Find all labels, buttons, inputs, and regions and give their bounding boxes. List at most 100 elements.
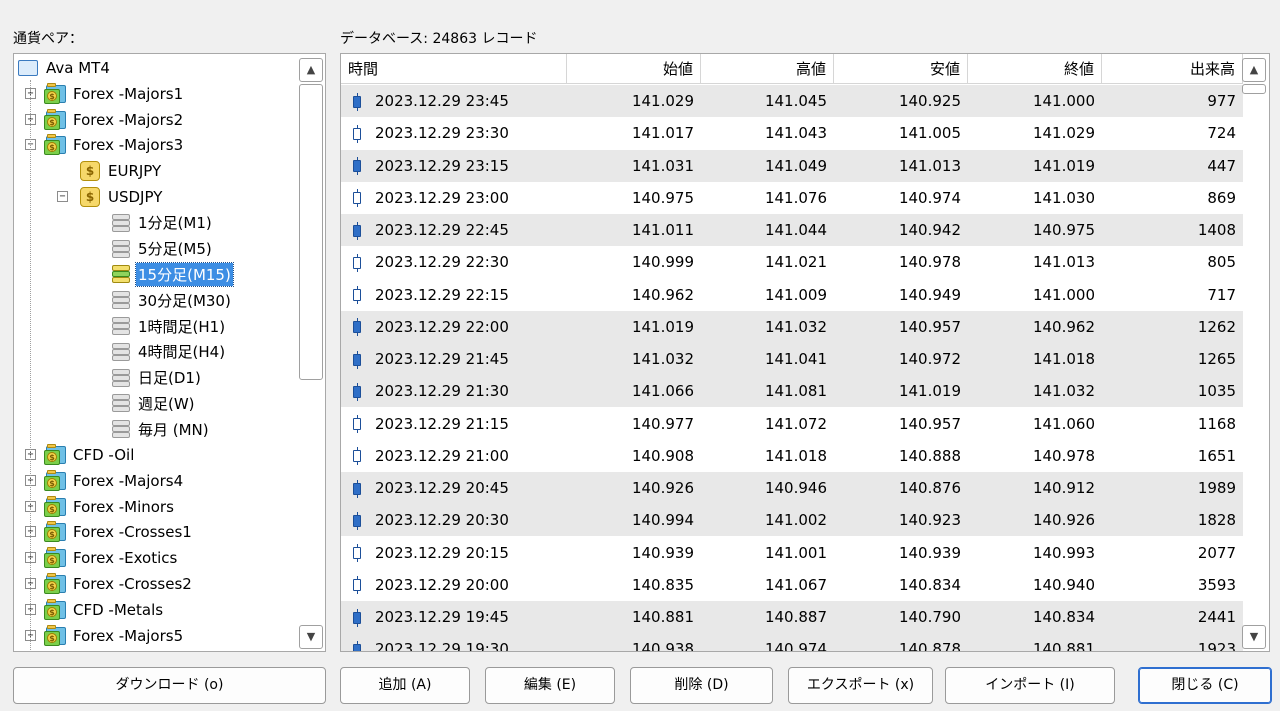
table-row[interactable]: 2023.12.29 22:45 141.011 141.044 140.942 140… (341, 214, 1243, 246)
grid-scroll-up-button[interactable]: ▲ (1242, 58, 1266, 82)
tree-timeframe-item[interactable]: 15分足(M15) (110, 261, 234, 287)
table-row[interactable]: 2023.12.29 23:00 140.975 141.076 140.974 141… (341, 182, 1243, 214)
tree-group-item[interactable]: $ Forex -Crosses2 (44, 572, 194, 596)
column-header-volume[interactable]: 出来高 (1102, 54, 1243, 84)
cell-low: 140.972 (898, 350, 961, 368)
cell-low: 140.957 (898, 317, 961, 336)
tree-timeframe-item[interactable]: 毎月 (MN) (110, 417, 211, 441)
column-header-time[interactable]: 時間 (341, 54, 567, 84)
timeframe-icon (110, 368, 132, 388)
add-button[interactable]: 追加 (A) (340, 667, 470, 704)
tree-group-item[interactable]: $ Forex -Minors (44, 495, 176, 519)
cell-time: 2023.12.29 23:45 (341, 85, 567, 117)
table-row[interactable]: 2023.12.29 23:30 141.017 141.043 141.005 141… (341, 117, 1243, 149)
tree-item-label: 15分足(M15) (135, 261, 234, 287)
cell-volume: 1168 (1197, 414, 1236, 433)
history-data-grid[interactable]: 時間 始値 高値 安値 終値 出来高 2023.12.29 23:45 141.0… (340, 53, 1270, 652)
chevron-up-icon: ▲ (306, 63, 316, 76)
table-row[interactable]: 2023.12.29 20:00 140.835 141.067 140.834 140… (341, 569, 1243, 601)
tree-timeframe-item[interactable]: 日足(D1) (110, 366, 203, 390)
download-button[interactable]: ダウンロード (o) (13, 667, 326, 704)
cell-low: 140.878 (898, 640, 961, 652)
tree-timeframe-item[interactable]: 30分足(M30) (110, 288, 233, 312)
tree-group-item[interactable]: $ CFD -Oil (44, 443, 136, 467)
tree-item-label: USDJPY (108, 188, 163, 206)
table-row[interactable]: 2023.12.29 19:45 140.881 140.887 140.790 140… (341, 601, 1243, 633)
folder-icon: $ (44, 547, 68, 569)
timeframe-icon (110, 316, 132, 336)
tree-timeframe-item[interactable]: 1分足(M1) (110, 211, 214, 235)
table-row[interactable]: 2023.12.29 23:45 141.029 141.045 140.925 141… (341, 85, 1243, 117)
cell-low: 140.925 (898, 92, 961, 110)
edit-button[interactable]: 編集 (E) (485, 667, 615, 704)
tree-group-item[interactable]: $ Forex -Majors5 (44, 624, 185, 648)
cell-time: 2023.12.29 20:45 (341, 472, 567, 504)
grid-scrollbar-thumb[interactable] (1242, 84, 1266, 94)
cell-close: 141.000 (1032, 285, 1095, 304)
tree-group-item[interactable]: $ Forex -Exotics (44, 546, 179, 570)
cell-volume: 1923 (1197, 640, 1236, 652)
table-row[interactable]: 2023.12.29 21:30 141.066 141.081 141.019 141… (341, 375, 1243, 408)
cell-high: 141.072 (764, 414, 827, 433)
table-row[interactable]: 2023.12.29 22:30 140.999 141.021 140.978 141… (341, 246, 1243, 278)
tree-scrollbar-thumb[interactable] (299, 84, 323, 380)
table-row[interactable]: 2023.12.29 20:15 140.939 141.001 140.939 140… (341, 537, 1243, 569)
table-row[interactable]: 2023.12.29 22:00 141.019 141.032 140.957 140… (341, 310, 1243, 343)
cell-time: 2023.12.29 21:15 (341, 408, 567, 440)
import-button[interactable]: インポート (I) (945, 667, 1115, 704)
tree-timeframe-item[interactable]: 5分足(M5) (110, 237, 214, 261)
cell-close: 141.060 (1032, 414, 1095, 433)
close-button[interactable]: 閉じる (C) (1138, 667, 1272, 704)
tree-group-item[interactable]: $ Forex -Majors4 (44, 469, 185, 493)
bearish-candle-icon (353, 318, 361, 337)
tree-item-label: 5分足(M5) (138, 240, 212, 259)
tree-group-item[interactable]: $ Forex -Majors3 (44, 133, 185, 157)
tree-timeframe-item[interactable]: 週足(W) (110, 391, 197, 415)
tree-group-item[interactable]: $ CFD -Metals (44, 598, 165, 622)
cell-low: 140.923 (898, 511, 961, 530)
cell-volume: 805 (1207, 253, 1236, 272)
cell-open: 140.835 (631, 575, 694, 594)
table-row[interactable]: 2023.12.29 22:15 140.962 141.009 140.949 141… (341, 279, 1243, 311)
cell-high: 141.009 (764, 285, 827, 304)
time-value: 2023.12.29 20:00 (375, 575, 509, 594)
column-header-open[interactable]: 始値 (567, 54, 701, 84)
tree-root-ava-mt4[interactable]: Ava MT4 (18, 56, 112, 80)
table-row[interactable]: 2023.12.29 20:30 140.994 141.002 140.923 140… (341, 504, 1243, 537)
cell-high: 141.002 (764, 511, 827, 530)
grid-scroll-down-button[interactable]: ▼ (1242, 625, 1266, 649)
chevron-down-icon: ▼ (306, 630, 316, 643)
cell-volume: 1408 (1197, 221, 1236, 239)
tree-scroll-down-button[interactable]: ▼ (299, 625, 323, 649)
export-button[interactable]: エクスポート (x) (788, 667, 933, 704)
tree-item-label: Forex -Majors2 (73, 110, 184, 129)
tree-timeframe-item[interactable]: 1時間足(H1) (110, 314, 227, 338)
tree-item-label: Forex -Majors4 (73, 471, 184, 490)
tree-symbol-item[interactable]: $ EURJPY (80, 159, 163, 183)
tree-scroll-up-button[interactable]: ▲ (299, 58, 323, 82)
tree-group-item[interactable]: $ Forex -Crosses1 (44, 520, 194, 544)
time-value: 2023.12.29 20:45 (375, 479, 509, 497)
column-header-high[interactable]: 高値 (701, 54, 834, 84)
tree-group-item[interactable]: $ Forex -Majors1 (44, 82, 185, 106)
table-row[interactable]: 2023.12.29 21:45 141.032 141.041 140.972 141… (341, 343, 1243, 375)
tree-timeframe-item[interactable]: 4時間足(H4) (110, 340, 227, 364)
delete-button[interactable]: 削除 (D) (630, 667, 773, 704)
table-row[interactable]: 2023.12.29 20:45 140.926 140.946 140.876 140… (341, 472, 1243, 504)
symbol-tree[interactable]: Ava MT4 + $ Forex -Majors1 + $ Forex -Majors2−… (13, 53, 326, 652)
table-row[interactable]: 2023.12.29 21:15 140.977 141.072 140.957 141… (341, 408, 1243, 440)
bearish-candle-icon (353, 157, 361, 175)
cell-volume: 1651 (1197, 446, 1236, 465)
tree-symbol-item[interactable]: $ USDJPY (80, 185, 164, 209)
tree-group-item[interactable]: $ Forex -Majors2 (44, 108, 185, 132)
column-header-close[interactable]: 終値 (968, 54, 1102, 84)
table-row[interactable]: 2023.12.29 19:30 140.938 140.974 140.878 140… (341, 633, 1243, 652)
collapse-icon[interactable]: − (57, 191, 68, 202)
table-row[interactable]: 2023.12.29 21:00 140.908 141.018 140.888 140… (341, 440, 1243, 472)
table-row[interactable]: 2023.12.29 23:15 141.031 141.049 141.013 141… (341, 149, 1243, 182)
column-header-low[interactable]: 安値 (834, 54, 968, 84)
timeframe-icon (110, 342, 132, 362)
cell-low: 140.978 (898, 253, 961, 272)
cell-close: 140.940 (1032, 575, 1095, 594)
time-value: 2023.12.29 22:00 (375, 317, 509, 336)
